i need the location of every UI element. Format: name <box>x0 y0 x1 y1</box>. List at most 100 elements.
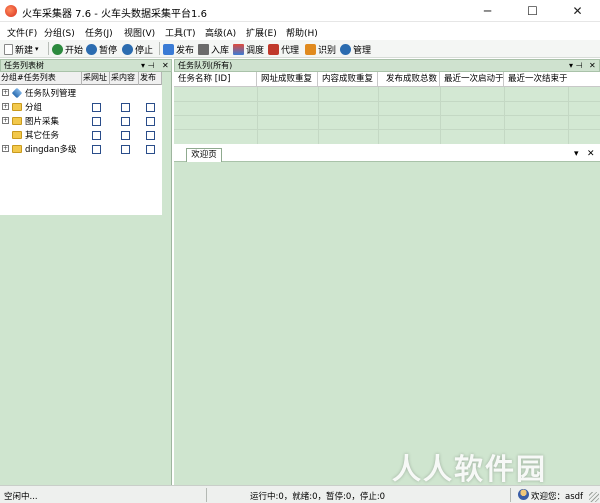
task-queue-panel-header: 任务队列(所有) ▾ ⊣ ✕ <box>174 59 600 72</box>
pause-icon <box>86 43 97 55</box>
fetch-url-checkbox[interactable] <box>92 145 101 154</box>
close-icon[interactable]: ✕ <box>589 60 596 71</box>
proxy-button[interactable]: 代理 <box>268 42 299 56</box>
tree-row[interactable]: + dingdan多级 <box>0 142 162 156</box>
menu-advanced[interactable]: 高级(A) <box>205 26 236 39</box>
grid-line <box>174 115 600 116</box>
column-task-name[interactable]: 任务名称 [ID] <box>174 72 257 87</box>
publish-button[interactable]: 发布 <box>163 42 194 56</box>
stop-icon <box>122 43 133 55</box>
fetch-url-checkbox[interactable] <box>92 103 101 112</box>
watermark: 人人软件园 <box>392 452 548 486</box>
chart-icon <box>233 43 244 55</box>
column-fetch-url[interactable]: 采网址 <box>82 72 110 85</box>
menu-file[interactable]: 文件(F) <box>7 26 37 39</box>
tree-row-label: dingdan多级 <box>25 145 77 155</box>
fetch-url-checkbox[interactable] <box>92 131 101 140</box>
publish-checkbox[interactable] <box>146 103 155 112</box>
expand-toggle[interactable]: + <box>2 117 9 124</box>
play-icon <box>52 43 63 55</box>
menu-task[interactable]: 任务(J) <box>85 26 113 39</box>
menu-help[interactable]: 帮助(H) <box>286 26 318 39</box>
resize-grip[interactable] <box>589 492 599 502</box>
menu-bar: 文件(F) 分组(S) 任务(J) 视图(V) 工具(T) 高级(A) 扩展(E… <box>0 22 600 40</box>
column-publish-stats[interactable]: 发布成败总数 <box>378 72 440 87</box>
folder-icon <box>12 117 22 125</box>
folder-icon <box>12 103 22 111</box>
toolbar: 新建 ▾ 开始 暂停 停止 发布 入库 调度 代理 识别 管理 <box>0 40 600 58</box>
app-logo-icon <box>5 5 17 17</box>
pin-icon[interactable]: ▾ ⊣ <box>569 60 583 71</box>
task-tree-panel: 任务列表树 ▾ ⊣ ✕ 分组#任务列表 采网址 采内容 发布 + 任务队列管理 … <box>0 59 172 485</box>
debug-button[interactable]: 调度 <box>233 42 264 56</box>
pause-button[interactable]: 暂停 <box>86 42 117 56</box>
title-bar: 火车采集器 7.6 - 火车头数据采集平台1.6 ─ ☐ ✕ <box>0 0 600 22</box>
folder-icon <box>12 131 22 139</box>
user-icon <box>518 489 529 500</box>
new-label: 新建 <box>15 45 34 56</box>
column-content-stats[interactable]: 内容成败重复 <box>318 72 378 87</box>
start-button[interactable]: 开始 <box>52 42 83 56</box>
chevron-down-icon: ▾ <box>35 45 39 53</box>
column-last-end[interactable]: 最近一次结束于 <box>504 72 568 87</box>
tab-list-icon[interactable]: ▾ <box>574 149 579 159</box>
column-group-task[interactable]: 分组#任务列表 <box>0 72 82 85</box>
expand-toggle[interactable]: + <box>2 89 9 96</box>
column-publish[interactable]: 发布 <box>139 72 162 85</box>
close-button[interactable]: ✕ <box>555 0 600 22</box>
tree-row[interactable]: 其它任务 <box>0 128 162 142</box>
task-queue-panel: 任务队列(所有) ▾ ⊣ ✕ 任务名称 [ID] 网址成败重复 内容成败重复 发… <box>174 59 600 144</box>
grid-line <box>174 101 600 102</box>
pin-icon[interactable]: ▾ ⊣ <box>141 60 155 71</box>
fetch-content-checkbox[interactable] <box>121 117 130 126</box>
tab-welcome[interactable]: 欢迎页 <box>186 148 222 162</box>
status-state: 空闲中... <box>4 492 38 502</box>
task-queue-icon <box>11 87 23 99</box>
proxy-label: 代理 <box>281 45 300 56</box>
import-button[interactable]: 入库 <box>198 42 229 56</box>
publish-label: 发布 <box>176 45 195 56</box>
close-tab-icon[interactable]: ✕ <box>587 149 595 159</box>
publish-icon <box>163 43 174 55</box>
publish-checkbox[interactable] <box>146 131 155 140</box>
fetch-content-checkbox[interactable] <box>121 103 130 112</box>
fetch-url-checkbox[interactable] <box>92 117 101 126</box>
expand-toggle[interactable]: + <box>2 145 9 152</box>
proxy-icon <box>268 43 279 55</box>
task-tree: + 任务队列管理 + 分组 + 图片采集 其它任务 + dingdan多级 <box>0 85 162 215</box>
window-title: 火车采集器 7.6 - 火车头数据采集平台1.6 <box>22 9 207 20</box>
maximize-button[interactable]: ☐ <box>510 0 555 22</box>
import-label: 入库 <box>211 45 230 56</box>
tree-row[interactable]: + 任务队列管理 <box>0 86 162 100</box>
debug-label: 调度 <box>246 45 265 56</box>
publish-checkbox[interactable] <box>146 117 155 126</box>
tree-row[interactable]: + 分组 <box>0 100 162 114</box>
stop-button[interactable]: 停止 <box>122 42 153 56</box>
minimize-button[interactable]: ─ <box>465 0 510 22</box>
menu-tools[interactable]: 工具(T) <box>165 26 196 39</box>
tree-row-label: 分组 <box>25 103 43 113</box>
column-last-start[interactable]: 最近一次启动于 <box>440 72 504 87</box>
recognize-button[interactable]: 识别 <box>305 42 336 56</box>
menu-view[interactable]: 视图(V) <box>124 26 155 39</box>
tree-row[interactable]: + 图片采集 <box>0 114 162 128</box>
manage-button[interactable]: 管理 <box>340 42 371 56</box>
settings-icon <box>340 43 351 55</box>
recognize-label: 识别 <box>318 45 337 56</box>
publish-checkbox[interactable] <box>146 145 155 154</box>
column-url-stats[interactable]: 网址成败重复 <box>257 72 318 87</box>
new-button[interactable]: 新建 ▾ <box>4 42 39 56</box>
pause-label: 暂停 <box>99 45 118 56</box>
toolbar-divider <box>159 42 160 55</box>
tree-row-label: 图片采集 <box>25 117 60 127</box>
fetch-content-checkbox[interactable] <box>121 145 130 154</box>
fetch-content-checkbox[interactable] <box>121 131 130 140</box>
task-queue-grid <box>174 87 600 144</box>
menu-extensions[interactable]: 扩展(E) <box>246 26 277 39</box>
welcome-panel: 欢迎页 ▾ ✕ <box>174 146 600 485</box>
folder-icon <box>12 145 22 153</box>
column-fetch-content[interactable]: 采内容 <box>110 72 139 85</box>
close-icon[interactable]: ✕ <box>162 60 169 71</box>
menu-group[interactable]: 分组(S) <box>44 26 75 39</box>
expand-toggle[interactable]: + <box>2 103 9 110</box>
